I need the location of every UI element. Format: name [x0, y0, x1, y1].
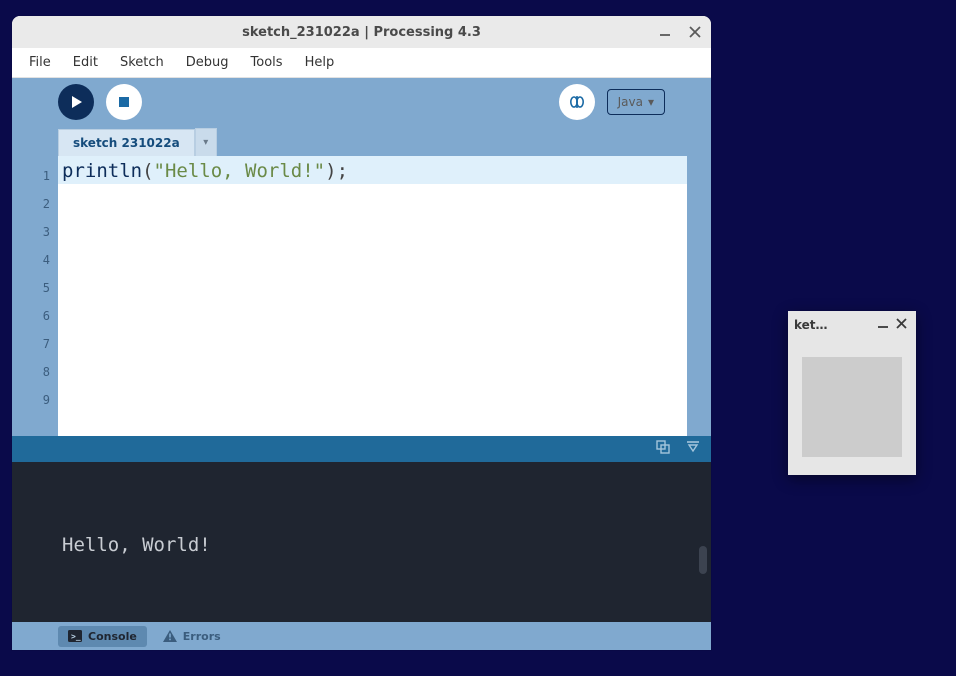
token-punct: ( — [142, 160, 153, 182]
sketch-canvas — [802, 357, 902, 457]
stop-button[interactable] — [106, 84, 142, 120]
close-icon[interactable] — [687, 24, 703, 40]
code-editor[interactable]: println("Hello, World!"); — [58, 156, 687, 436]
toolbar: Java ▾ — [12, 78, 711, 126]
sketch-canvas-wrap — [788, 339, 916, 475]
tab-console-label: Console — [88, 630, 137, 643]
menu-tools[interactable]: Tools — [240, 50, 294, 75]
processing-main-window: sketch_231022a | Processing 4.3 File Edi… — [12, 16, 711, 650]
line-number: 9 — [12, 386, 58, 414]
chevron-down-icon: ▾ — [203, 137, 208, 148]
line-number: 1 — [12, 162, 58, 190]
mode-selector[interactable]: Java ▾ — [607, 89, 665, 115]
tab-errors[interactable]: Errors — [153, 626, 231, 647]
debug-icon — [568, 93, 586, 111]
line-number: 6 — [12, 302, 58, 330]
minimize-icon[interactable] — [874, 318, 892, 333]
chevron-down-icon: ▾ — [648, 95, 654, 109]
expand-icon[interactable] — [655, 439, 671, 459]
tab-errors-label: Errors — [183, 630, 221, 643]
titlebar[interactable]: sketch_231022a | Processing 4.3 — [12, 16, 711, 48]
line-number-gutter: 1 2 3 4 5 6 7 8 9 — [12, 156, 58, 436]
run-button[interactable] — [58, 84, 94, 120]
menubar: File Edit Sketch Debug Tools Help — [12, 48, 711, 78]
collapse-icon[interactable] — [685, 439, 701, 459]
menu-debug[interactable]: Debug — [175, 50, 240, 75]
line-number: 2 — [12, 190, 58, 218]
code-line: println("Hello, World!"); — [58, 156, 687, 184]
minimize-icon[interactable] — [657, 24, 673, 40]
token-string: "Hello, World!" — [154, 160, 326, 182]
token-keyword: println — [62, 160, 142, 182]
line-number: 5 — [12, 274, 58, 302]
terminal-icon: >_ — [68, 630, 82, 642]
warning-icon — [163, 630, 177, 642]
menu-help[interactable]: Help — [294, 50, 346, 75]
sketch-titlebar[interactable]: ket… — [788, 311, 916, 339]
line-number: 8 — [12, 358, 58, 386]
mode-label: Java — [618, 95, 643, 109]
menu-edit[interactable]: Edit — [62, 50, 109, 75]
menu-file[interactable]: File — [18, 50, 62, 75]
console-splitter[interactable] — [12, 436, 711, 462]
line-number: 4 — [12, 246, 58, 274]
menu-sketch[interactable]: Sketch — [109, 50, 175, 75]
line-number: 7 — [12, 330, 58, 358]
window-controls — [657, 16, 703, 48]
sketch-output-window: ket… — [788, 311, 916, 475]
bottom-tab-strip: >_ Console Errors — [12, 622, 711, 650]
svg-text:>_: >_ — [71, 632, 81, 641]
tab-console[interactable]: >_ Console — [58, 626, 147, 647]
tab-dropdown[interactable]: ▾ — [195, 128, 217, 156]
sketch-tab[interactable]: sketch 231022a — [58, 129, 195, 156]
scrollbar-thumb[interactable] — [699, 546, 707, 574]
token-punct: ); — [325, 160, 348, 182]
console-line: Hello, World! — [62, 534, 211, 556]
sketch-window-title: ket… — [794, 318, 874, 332]
debugger-button[interactable] — [559, 84, 595, 120]
window-title: sketch_231022a | Processing 4.3 — [242, 25, 481, 40]
stop-icon — [117, 95, 131, 109]
tab-strip: sketch 231022a ▾ — [12, 126, 711, 156]
play-icon — [68, 94, 84, 110]
line-number: 3 — [12, 218, 58, 246]
console-output[interactable]: Hello, World! — [12, 462, 711, 622]
close-icon[interactable] — [892, 318, 910, 332]
editor-area: 1 2 3 4 5 6 7 8 9 println("Hello, World!… — [12, 156, 711, 436]
